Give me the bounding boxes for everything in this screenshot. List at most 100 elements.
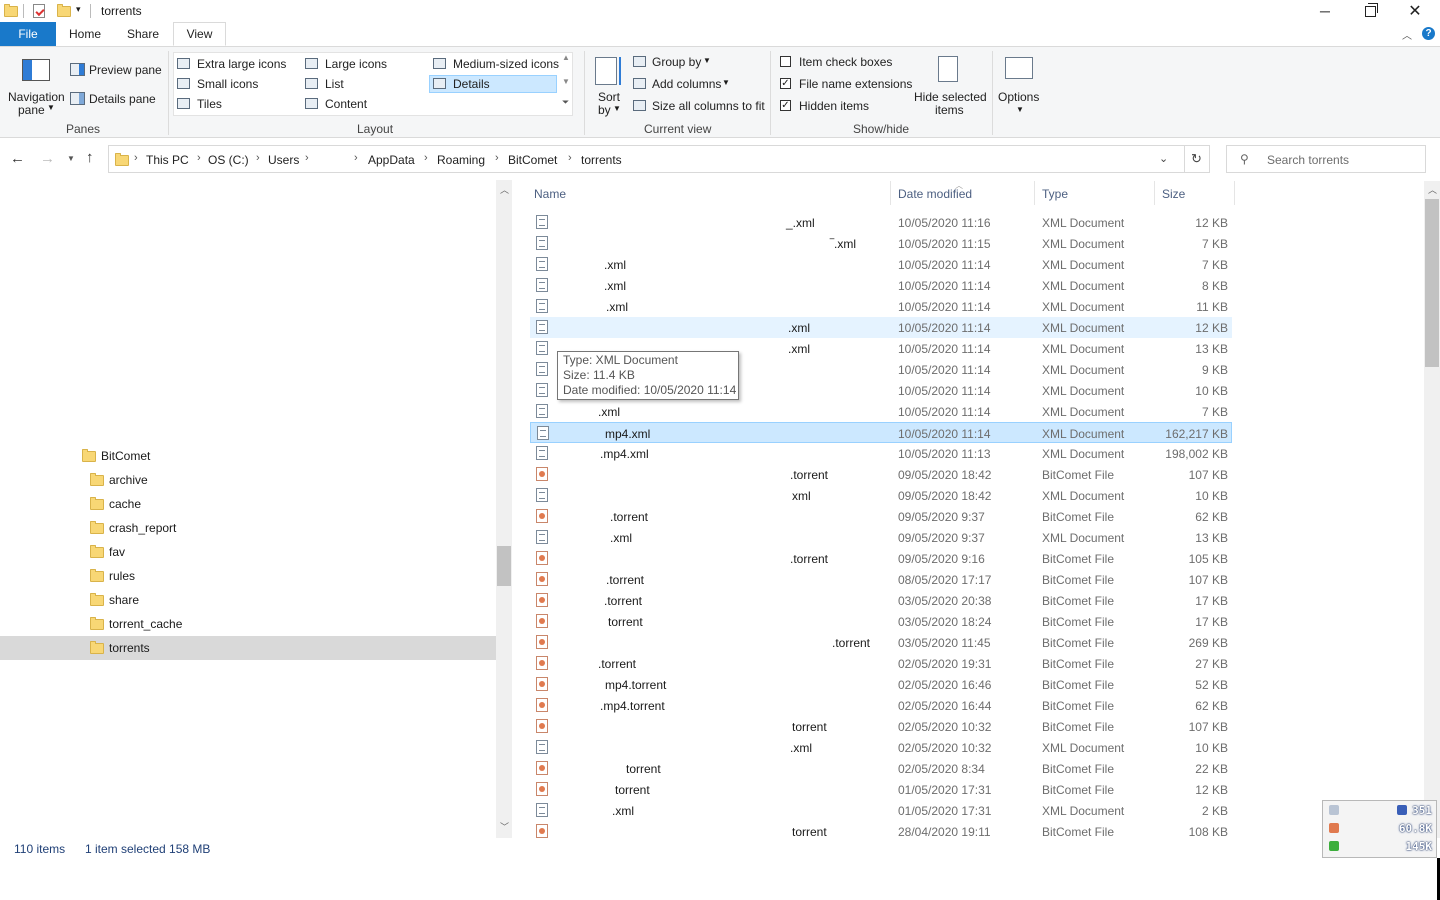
table-row[interactable]: torrent 01/05/2020 17:31 BitComet File 12 K… [530,779,1232,800]
table-row[interactable]: .torrent 09/05/2020 18:42 BitComet File 107… [530,464,1232,485]
nav-scrollbar[interactable]: ︿ ﹀ [496,180,512,838]
layout-scroll-down-icon[interactable]: ▼ [562,77,570,86]
address-history-icon[interactable]: ⌄ [1159,152,1168,165]
add-columns-button[interactable]: Add columns [652,77,721,91]
maximize-button[interactable] [1347,0,1393,22]
crumb-torrents[interactable]: torrents [581,153,622,167]
nav-item-rules[interactable]: rules [0,564,496,588]
table-row[interactable]: .xml 10/05/2020 11:14 XML Document 12 KB [530,317,1232,338]
column-header-name[interactable]: Name [534,187,566,201]
details-pane-button[interactable]: Details pane [89,92,156,106]
table-row[interactable]: .mp4.torrent 02/05/2020 16:44 BitComet Fil… [530,695,1232,716]
nav-item-torrent-cache[interactable]: torrent_cache [0,612,496,636]
layout-more-icon[interactable]: ⏷ [562,97,569,108]
layout-list[interactable]: List [325,77,344,91]
nav-item-cache[interactable]: cache [0,492,496,516]
nav-scroll-thumb[interactable] [497,546,511,586]
column-divider[interactable] [890,181,891,205]
column-header-type[interactable]: Type [1042,187,1068,201]
recent-locations-button[interactable]: ▼ [67,154,75,163]
crumb-roaming[interactable]: Roaming [437,153,485,167]
tab-file[interactable]: File [0,22,56,46]
table-row[interactable]: .torrent 09/05/2020 9:16 BitComet File 105 … [530,548,1232,569]
options-button[interactable]: Options ▼ [998,53,1044,117]
collapse-ribbon-icon[interactable]: ︿ [1402,27,1412,42]
nav-item-crash-report[interactable]: crash_report [0,516,496,540]
crumb-this-pc[interactable]: This PC [146,153,189,167]
table-row[interactable]: torrent 03/05/2020 18:24 BitComet File 17 K… [530,611,1232,632]
layout-small-icons[interactable]: Small icons [197,77,258,91]
table-row[interactable]: .xml 01/05/2020 17:31 XML Document 2 KB [530,800,1232,821]
table-row[interactable]: .mp4.xml 10/05/2020 11:13 XML Document 198,… [530,443,1232,464]
table-row[interactable]: torrent 02/05/2020 10:32 BitComet File 107 … [530,716,1232,737]
table-row[interactable]: _.xml 10/05/2020 11:16 XML Document 12 KB [530,212,1232,233]
group-by-button[interactable]: Group by [652,55,701,69]
address-bar[interactable]: › This PC › OS (C:) › Users › › AppData … [108,145,1210,173]
forward-button[interactable]: → [40,150,55,167]
nav-item-torrents[interactable]: torrents [0,636,496,660]
layout-large-icons[interactable]: Large icons [325,57,387,71]
preview-pane-button[interactable]: Preview pane [89,63,162,77]
table-row[interactable]: torrent 02/05/2020 8:34 BitComet File 22 KB [530,758,1232,779]
nav-item-share[interactable]: share [0,588,496,612]
table-row[interactable]: mp4.torrent 02/05/2020 16:46 BitComet File… [530,674,1232,695]
column-divider[interactable] [1234,181,1235,205]
search-box[interactable]: ⚲ Search torrents [1226,145,1426,173]
table-row[interactable]: .xml 10/05/2020 11:14 XML Document 7 KB [530,254,1232,275]
crumb-users[interactable]: Users [268,153,299,167]
tab-share[interactable]: Share [120,22,166,46]
bitcomet-speed-widget[interactable]: 351 60.8K 145K [1322,800,1437,858]
tab-view[interactable]: View [173,22,226,46]
column-divider[interactable] [1154,181,1155,205]
content-scroll-thumb[interactable] [1425,199,1439,367]
column-header-date[interactable]: Date modified [898,187,972,201]
qat-dropdown-icon[interactable]: ▾ [76,4,81,15]
close-button[interactable]: ✕ [1392,0,1438,22]
table-row[interactable]: xml 09/05/2020 18:42 XML Document 10 KB [530,485,1232,506]
table-row[interactable]: .xml 09/05/2020 9:37 XML Document 13 KB [530,527,1232,548]
sort-by-button[interactable]: Sort by ▼ [591,53,627,117]
table-row[interactable]: .torrent 03/05/2020 20:38 BitComet File 17 … [530,590,1232,611]
tab-home[interactable]: Home [62,22,108,46]
nav-item-fav[interactable]: fav [0,540,496,564]
column-header-size[interactable]: Size [1162,187,1185,201]
back-button[interactable]: ← [10,150,25,167]
layout-details[interactable]: Details [453,77,490,91]
table-row[interactable]: .xml 02/05/2020 10:32 XML Document 10 KB [530,737,1232,758]
navigation-pane-button[interactable]: Navigation pane ▼ [6,53,66,117]
scroll-up-icon[interactable]: ︿ [1428,183,1437,196]
layout-scroll-up-icon[interactable]: ▲ [562,53,570,62]
table-row[interactable]: .xml 10/05/2020 11:14 XML Document 7 KB [530,401,1232,422]
layout-extra-large-icons[interactable]: Extra large icons [197,57,286,71]
table-row[interactable]: .torrent 03/05/2020 11:45 BitComet File 269… [530,632,1232,653]
scroll-down-icon[interactable]: ﹀ [500,820,509,833]
scroll-up-icon[interactable]: ︿ [500,183,509,196]
layout-tiles[interactable]: Tiles [197,97,222,111]
crumb-appdata[interactable]: AppData [368,153,415,167]
properties-icon[interactable] [33,4,45,18]
crumb-os-c[interactable]: OS (C:) [208,153,249,167]
table-row-selected[interactable]: mp4.xml 10/05/2020 11:14 XML Document 162,2… [530,422,1232,443]
table-row[interactable]: .xml 10/05/2020 11:14 XML Document 8 KB [530,275,1232,296]
layout-medium-icons[interactable]: Medium-sized icons [453,57,559,71]
size-columns-button[interactable]: Size all columns to fit [652,99,765,113]
help-icon[interactable]: ? [1422,27,1435,40]
hidden-items-checkbox[interactable]: ✓ [780,100,791,111]
table-row[interactable]: ‾.xml 10/05/2020 11:15 XML Document 7 KB [530,233,1232,254]
crumb-bitcomet[interactable]: BitComet [508,153,557,167]
table-row[interactable]: .torrent 09/05/2020 9:37 BitComet File 62 K… [530,506,1232,527]
nav-item-bitcomet[interactable]: BitComet [0,444,496,468]
minimize-button[interactable]: ─ [1302,0,1348,22]
table-row[interactable]: .torrent 08/05/2020 17:17 BitComet File 107… [530,569,1232,590]
table-row[interactable]: .xml 10/05/2020 11:14 XML Document 11 KB [530,296,1232,317]
layout-details-selected[interactable] [429,75,557,93]
nav-item-archive[interactable]: archive [0,468,496,492]
hide-selected-button[interactable]: Hide selected items [912,53,987,117]
table-row[interactable]: .torrent 02/05/2020 19:31 BitComet File 27 … [530,653,1232,674]
search-input[interactable]: Search torrents [1267,153,1349,167]
table-row[interactable]: torrent 28/04/2020 19:11 BitComet File 108 … [530,821,1232,838]
item-check-boxes-checkbox[interactable] [780,56,791,67]
new-folder-icon[interactable] [57,4,71,17]
up-button[interactable]: ↑ [86,149,94,166]
refresh-icon[interactable]: ↻ [1191,151,1202,167]
